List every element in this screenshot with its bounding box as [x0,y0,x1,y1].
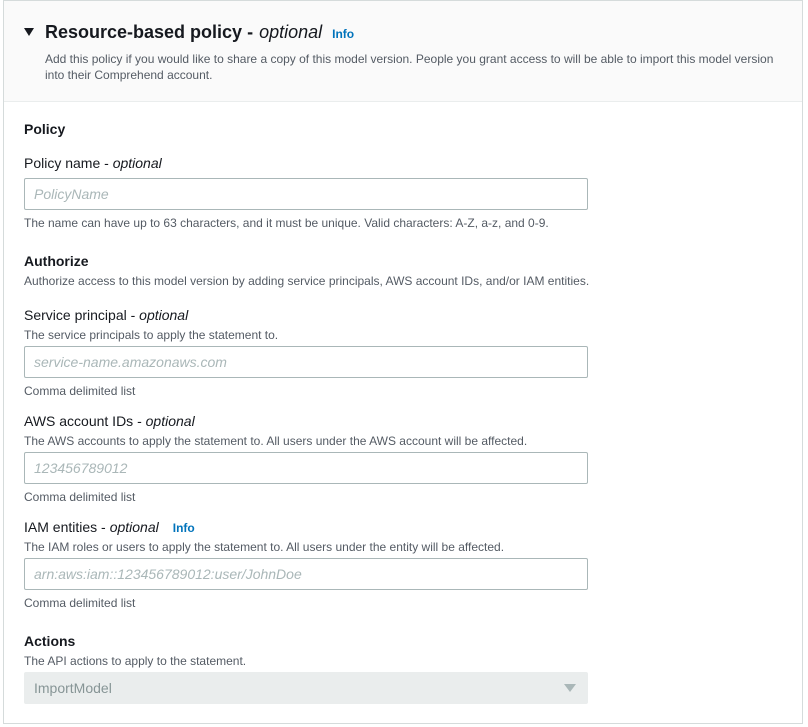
actions-select[interactable]: ImportModel [24,672,588,704]
caret-down-icon[interactable] [24,28,34,36]
service-principal-description: The service principals to apply the stat… [24,328,279,342]
actions-description: The API actions to apply to the statemen… [24,654,247,668]
service-principal-hint: Comma delimited list [24,384,136,398]
iam-entities-label-text: IAM entities - [24,519,106,535]
iam-entities-info-link[interactable]: Info [173,521,195,535]
account-ids-optional: optional [145,413,195,429]
policy-name-hint: The name can have up to 63 characters, a… [24,216,549,230]
policy-name-input[interactable] [24,178,588,210]
authorize-description: Authorize access to this model version b… [24,274,590,288]
iam-entities-input[interactable] [24,558,588,590]
policy-name-label-text: Policy name - [24,155,109,171]
iam-entities-description: The IAM roles or users to apply the stat… [24,540,505,554]
policy-name-label: Policy name - optional [24,155,162,171]
account-ids-hint: Comma delimited list [24,490,136,504]
iam-entities-hint: Comma delimited list [24,596,136,610]
account-ids-label: AWS account IDs - optional [24,413,195,429]
panel-header: Resource-based policy - optional Info Ad… [4,1,802,102]
authorize-heading: Authorize [24,253,89,269]
panel-title-optional: optional [259,22,323,42]
account-ids-input[interactable] [24,452,588,484]
service-principal-label-text: Service principal - [24,307,136,323]
actions-heading: Actions [24,633,76,649]
service-principal-input[interactable] [24,346,588,378]
policy-heading: Policy [24,121,66,137]
iam-entities-label: IAM entities - optional Info [24,519,195,535]
account-ids-label-text: AWS account IDs - [24,413,142,429]
iam-entities-optional: optional [109,519,159,535]
panel-title: Resource-based policy - [45,22,254,42]
caret-down-icon [564,684,576,692]
service-principal-label: Service principal - optional [24,307,188,323]
info-link[interactable]: Info [332,27,354,41]
panel-description: Add this policy if you would like to sha… [45,52,774,82]
actions-select-value: ImportModel [34,680,112,696]
resource-policy-panel: Resource-based policy - optional Info Ad… [3,0,803,724]
account-ids-description: The AWS accounts to apply the statement … [24,434,528,448]
policy-name-optional: optional [112,155,162,171]
panel-title-row: Resource-based policy - optional Info [45,22,354,43]
service-principal-optional: optional [139,307,189,323]
